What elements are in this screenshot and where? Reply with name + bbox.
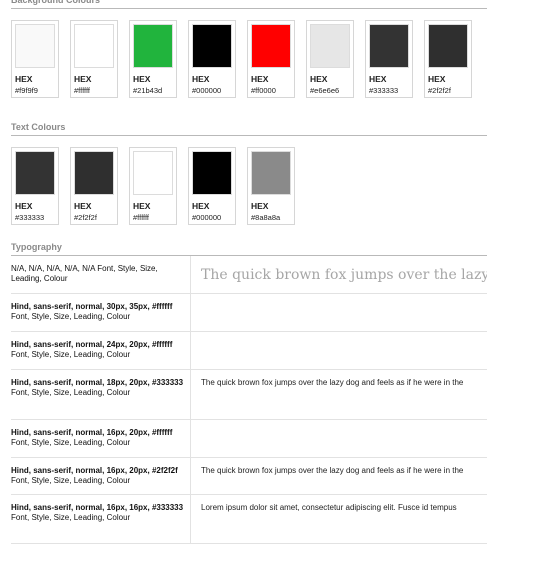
colour-swatch: HEX #e6e6e6 bbox=[306, 20, 354, 98]
type-spec-values: Hind, sans-serif, normal, 16px, 20px, #f… bbox=[11, 427, 173, 437]
swatch-hex-value: #2f2f2f bbox=[428, 86, 451, 95]
swatch-hex-value: #000000 bbox=[192, 213, 222, 222]
swatch-hex-value: #8a8a8a bbox=[251, 213, 281, 222]
colour-swatch: HEX #ffffff bbox=[70, 20, 118, 98]
swatch-label: HEX bbox=[251, 201, 269, 211]
type-sample bbox=[190, 331, 487, 370]
type-spec-legend: Font, Style, Size, Leading, Colour bbox=[11, 512, 131, 522]
type-spec-legend: Font, Style, Size, Leading, Colour bbox=[11, 437, 131, 447]
type-spec-values: N/A, N/A, N/A, N/A, N/A bbox=[11, 264, 96, 273]
type-spec-values: Hind, sans-serif, normal, 18px, 20px, #3… bbox=[11, 377, 184, 387]
colour-swatch: HEX #ff0000 bbox=[247, 20, 295, 98]
type-spec-legend: Font, Style, Size, Leading, Colour bbox=[11, 349, 131, 359]
type-sample: The quick brown fox jumps over the lazy … bbox=[190, 457, 487, 495]
colour-swatch: HEX #2f2f2f bbox=[70, 147, 118, 225]
type-spec: Hind, sans-serif, normal, 24px, 20px, #f… bbox=[11, 331, 191, 370]
swatch-label: HEX bbox=[192, 201, 210, 211]
typography-row: N/A, N/A, N/A, N/A, N/A Font, Style, Siz… bbox=[11, 256, 487, 294]
colour-swatch: HEX #000000 bbox=[188, 20, 236, 98]
type-spec-values: Hind, sans-serif, normal, 16px, 20px, #2… bbox=[11, 465, 178, 475]
colour-chip bbox=[428, 24, 468, 68]
type-spec-values: Hind, sans-serif, normal, 16px, 16px, #3… bbox=[11, 502, 184, 512]
swatch-label: HEX bbox=[74, 74, 92, 84]
swatch-label: HEX bbox=[133, 74, 151, 84]
swatch-label: HEX bbox=[15, 74, 33, 84]
swatch-hex-value: #ffffff bbox=[133, 213, 149, 222]
background-colours-title: Background Colours bbox=[11, 0, 101, 5]
type-sample: The quick brown fox jumps over the lazy … bbox=[190, 256, 487, 294]
typography-row: Hind, sans-serif, normal, 16px, 20px, #f… bbox=[11, 419, 487, 458]
colour-chip bbox=[192, 24, 232, 68]
swatch-hex-value: #000000 bbox=[192, 86, 222, 95]
type-sample bbox=[190, 293, 487, 332]
type-sample: The quick brown fox jumps over the lazy … bbox=[190, 369, 487, 420]
type-spec-values: Hind, sans-serif, normal, 30px, 35px, #f… bbox=[11, 301, 173, 311]
colour-swatch: HEX #21b43d bbox=[129, 20, 177, 98]
colour-swatch: HEX #000000 bbox=[188, 147, 236, 225]
colour-chip bbox=[251, 151, 291, 195]
type-spec-legend: Font, Style, Size, Leading, Colour bbox=[11, 475, 131, 485]
swatch-hex-value: #333333 bbox=[15, 213, 45, 222]
type-sample bbox=[190, 419, 487, 458]
colour-swatch: HEX #ffffff bbox=[129, 147, 177, 225]
typography-row: Hind, sans-serif, normal, 30px, 35px, #f… bbox=[11, 293, 487, 332]
swatch-hex-value: #e6e6e6 bbox=[310, 86, 340, 95]
colour-swatch: HEX #2f2f2f bbox=[424, 20, 472, 98]
type-spec: N/A, N/A, N/A, N/A, N/A Font, Style, Siz… bbox=[11, 256, 191, 294]
typography-row: Hind, sans-serif, normal, 18px, 20px, #3… bbox=[11, 369, 487, 420]
swatch-hex-value: #ff0000 bbox=[251, 86, 276, 95]
type-sample-text: The quick brown fox jumps over the lazy … bbox=[201, 267, 487, 283]
swatch-label: HEX bbox=[133, 201, 151, 211]
colour-chip bbox=[369, 24, 409, 68]
swatch-label: HEX bbox=[428, 74, 446, 84]
colour-chip bbox=[15, 24, 55, 68]
type-sample-text: The quick brown fox jumps over the lazy … bbox=[201, 377, 464, 387]
colour-swatch: HEX #333333 bbox=[11, 147, 59, 225]
colour-chip bbox=[74, 24, 114, 68]
colour-swatch: HEX #f9f9f9 bbox=[11, 20, 59, 98]
type-spec-legend: Font, Style, Size, Leading, Colour bbox=[11, 387, 131, 397]
colour-chip bbox=[15, 151, 55, 195]
swatch-label: HEX bbox=[251, 74, 269, 84]
swatch-label: HEX bbox=[15, 201, 33, 211]
swatch-hex-value: #f9f9f9 bbox=[15, 86, 38, 95]
typography-row: Hind, sans-serif, normal, 24px, 20px, #f… bbox=[11, 331, 487, 370]
text-swatches: HEX #333333 HEX #2f2f2f HEX #ffffff HEX #000000… bbox=[11, 136, 487, 225]
colour-chip bbox=[133, 151, 173, 195]
type-spec: Hind, sans-serif, normal, 16px, 16px, #3… bbox=[11, 494, 191, 544]
swatch-label: HEX bbox=[369, 74, 387, 84]
colour-chip bbox=[251, 24, 291, 68]
type-sample-text: The quick brown fox jumps over the lazy … bbox=[201, 465, 464, 475]
colour-chip bbox=[74, 151, 114, 195]
colour-chip bbox=[310, 24, 350, 68]
swatch-hex-value: #2f2f2f bbox=[74, 213, 97, 222]
typography-title: Typography bbox=[11, 242, 62, 252]
colour-swatch: HEX #333333 bbox=[365, 20, 413, 98]
colour-chip bbox=[192, 151, 232, 195]
colour-chip bbox=[133, 24, 173, 68]
type-spec-legend: Font, Style, Size, Leading, Colour bbox=[11, 311, 131, 321]
swatch-label: HEX bbox=[310, 74, 328, 84]
swatch-hex-value: #ffffff bbox=[74, 86, 90, 95]
swatch-label: HEX bbox=[192, 74, 210, 84]
type-spec-values: Hind, sans-serif, normal, 24px, 20px, #f… bbox=[11, 339, 173, 349]
background-swatches: HEX #f9f9f9 HEX #ffffff HEX #21b43d HEX #000000… bbox=[11, 9, 487, 98]
type-spec: Hind, sans-serif, normal, 16px, 20px, #2… bbox=[11, 457, 191, 495]
swatch-hex-value: #333333 bbox=[369, 86, 399, 95]
colour-swatch: HEX #8a8a8a bbox=[247, 147, 295, 225]
typography-row: Hind, sans-serif, normal, 16px, 20px, #2… bbox=[11, 457, 487, 495]
type-sample: Lorem ipsum dolor sit amet, consectetur … bbox=[190, 494, 487, 544]
type-spec: Hind, sans-serif, normal, 30px, 35px, #f… bbox=[11, 293, 191, 332]
text-colours-title: Text Colours bbox=[11, 122, 66, 132]
type-spec: Hind, sans-serif, normal, 18px, 20px, #3… bbox=[11, 369, 191, 420]
typography-table: N/A, N/A, N/A, N/A, N/A Font, Style, Siz… bbox=[11, 256, 487, 544]
swatch-hex-value: #21b43d bbox=[133, 86, 163, 95]
typography-row: Hind, sans-serif, normal, 16px, 16px, #3… bbox=[11, 494, 487, 544]
type-sample-text: Lorem ipsum dolor sit amet, consectetur … bbox=[201, 502, 457, 512]
style-guide: Background Colours HEX #f9f9f9 HEX #ffffff H… bbox=[11, 0, 487, 544]
type-spec: Hind, sans-serif, normal, 16px, 20px, #f… bbox=[11, 419, 191, 458]
swatch-label: HEX bbox=[74, 201, 92, 211]
